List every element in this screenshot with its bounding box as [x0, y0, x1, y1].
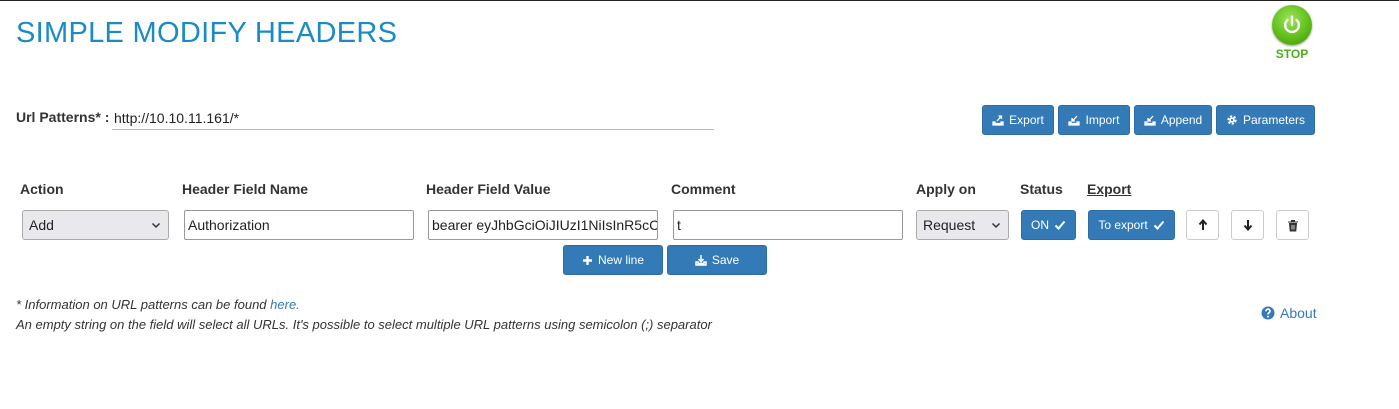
import-icon [1068, 115, 1081, 126]
url-empty-note: An empty string on the field will select… [16, 317, 712, 332]
comment-value: t [677, 217, 681, 233]
comment-input[interactable]: t [673, 210, 903, 240]
column-header-comment: Comment [671, 181, 736, 197]
apply-on-select[interactable]: Request [916, 210, 1009, 240]
power-icon[interactable] [1272, 5, 1312, 45]
column-header-header-name: Header Field Name [182, 181, 309, 197]
action-select-value: Add [29, 217, 54, 233]
save-button[interactable]: Save [667, 245, 767, 275]
download-icon [695, 255, 707, 266]
column-header-status: Status [1020, 181, 1063, 197]
action-select[interactable]: Add [22, 210, 169, 240]
column-header-export[interactable]: Export [1087, 181, 1131, 197]
plus-icon [582, 255, 592, 265]
page-title: SIMPLE MODIFY HEADERS [16, 17, 398, 49]
status-toggle-label: ON [1031, 218, 1049, 232]
save-label: Save [711, 253, 740, 267]
url-patterns-label: Url Patterns* : [16, 109, 110, 125]
apply-on-select-value: Request [923, 217, 976, 233]
append-button[interactable]: Append [1134, 105, 1212, 135]
about-label: About [1280, 305, 1317, 321]
header-value-input[interactable]: bearer eyJhbGciOiJIUzI1NiIsInR5cCI6IkpXV… [428, 210, 658, 240]
url-info-note: * Information on URL patterns can be fou… [16, 297, 300, 312]
check-icon [1153, 220, 1164, 230]
about-link[interactable]: About [1261, 305, 1317, 321]
column-header-header-value: Header Field Value [426, 181, 551, 197]
question-circle-icon [1261, 306, 1275, 320]
gear-icon [1227, 115, 1237, 125]
export-icon [992, 115, 1004, 126]
export-button-label: Export [1009, 113, 1044, 127]
trash-icon [1287, 219, 1298, 231]
check-icon [1054, 220, 1066, 230]
header-name-value: Authorization [188, 217, 270, 233]
delete-row-button[interactable] [1276, 210, 1309, 240]
url-info-link[interactable]: here. [270, 297, 300, 312]
chevron-down-icon [991, 222, 1001, 229]
arrow-down-icon [1243, 220, 1252, 231]
move-up-button[interactable] [1186, 210, 1219, 240]
new-line-label: New line [597, 253, 645, 267]
export-toggle-label: To export [1098, 218, 1148, 232]
move-down-button[interactable] [1231, 210, 1264, 240]
append-button-label: Append [1160, 113, 1203, 127]
export-button[interactable]: Export [982, 105, 1054, 135]
parameters-button[interactable]: Parameters [1216, 105, 1315, 135]
url-info-text: * Information on URL patterns can be fou… [16, 297, 271, 312]
status-toggle-button[interactable]: ON [1021, 210, 1076, 240]
header-value-text: bearer eyJhbGciOiJIUzI1NiIsInR5cCI6IkpXV… [432, 217, 658, 233]
import-button[interactable]: Import [1058, 105, 1130, 135]
url-patterns-input[interactable] [112, 107, 714, 130]
stop-toggle[interactable]: STOP [1271, 5, 1313, 61]
chevron-down-icon [151, 222, 161, 229]
arrow-up-icon [1198, 219, 1207, 230]
import-button-label: Import [1085, 113, 1120, 127]
stop-label: STOP [1275, 47, 1309, 61]
parameters-button-label: Parameters [1242, 113, 1306, 127]
header-name-input[interactable]: Authorization [184, 210, 414, 240]
export-toggle-button[interactable]: To export [1088, 210, 1175, 240]
append-icon [1144, 115, 1156, 126]
column-header-apply-on: Apply on [916, 181, 976, 197]
new-line-button[interactable]: New line [563, 245, 663, 275]
column-header-action: Action [20, 181, 64, 197]
